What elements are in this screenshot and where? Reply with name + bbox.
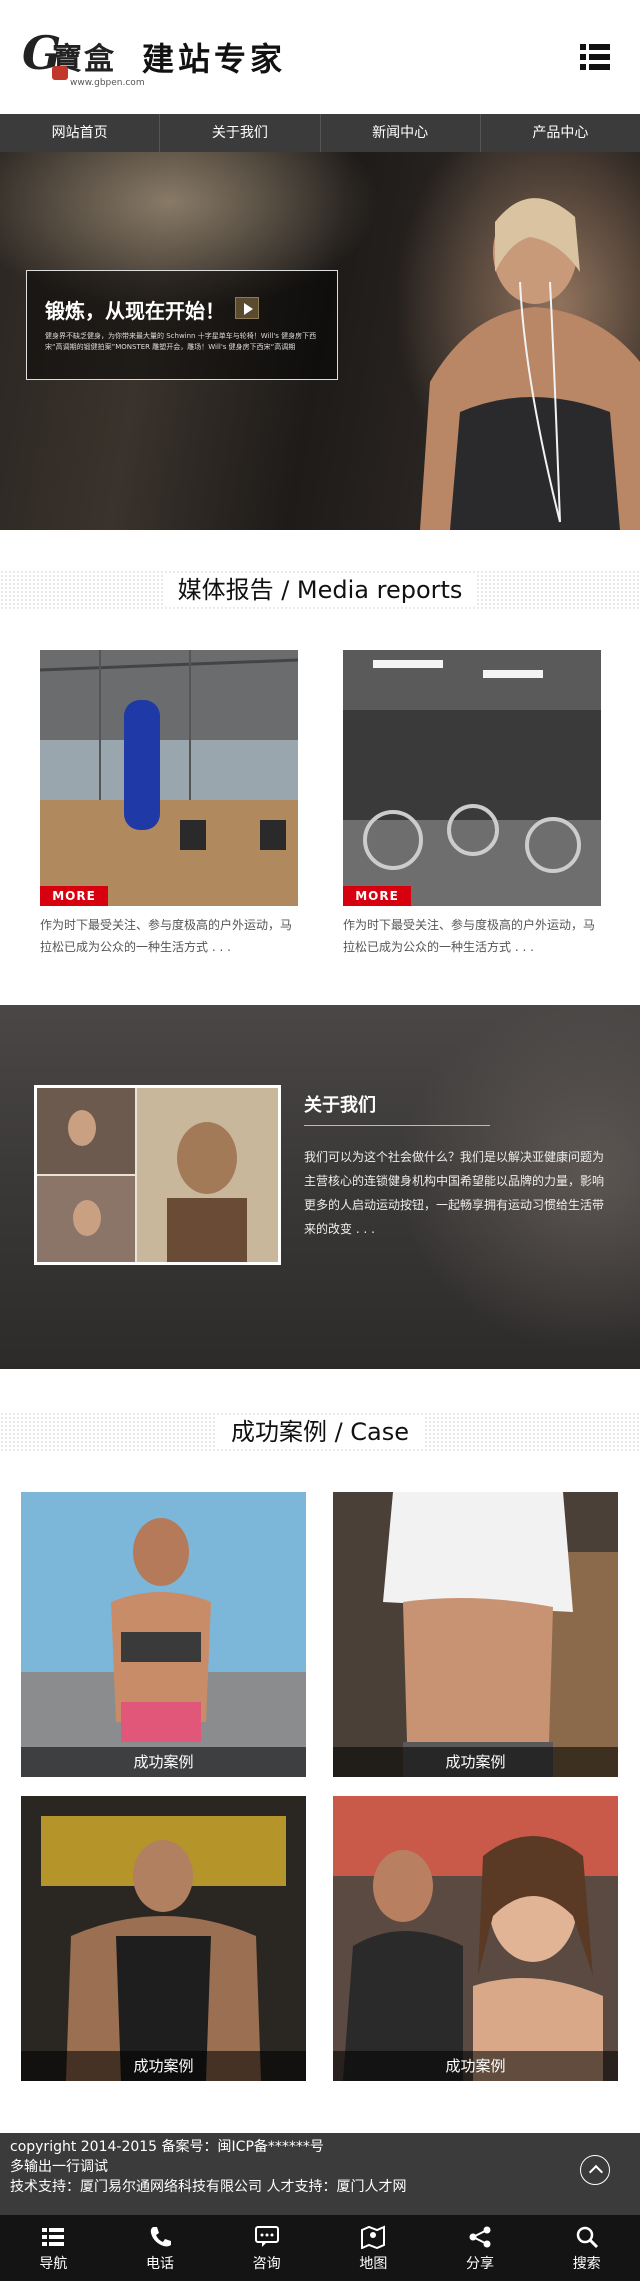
- site-header: G 寶盒 建站专家 www.gbpen.com: [0, 0, 640, 114]
- share-icon: [469, 2226, 491, 2248]
- case-caption: 成功案例: [333, 1747, 618, 1777]
- media-card-image: MORE: [40, 650, 298, 906]
- tab-label: 分享: [466, 2256, 495, 2272]
- logo-text: 建站专家: [142, 40, 287, 78]
- media-title: 媒体报告 / Media reports: [163, 574, 477, 606]
- case-item[interactable]: 成功案例: [333, 1796, 618, 2081]
- map-icon: [361, 2225, 386, 2249]
- hero-title: 锻炼，从现在开始！: [45, 299, 225, 323]
- tab-label: 导航: [39, 2256, 68, 2272]
- chat-icon: [254, 2226, 279, 2247]
- case-title: 成功案例 / Case: [216, 1416, 424, 1448]
- media-card-text: 作为时下最受关注、参与度极高的户外运动，马拉松已成为公众的一种生活方式 . . …: [343, 918, 596, 954]
- nav-item-home[interactable]: 网站首页: [0, 114, 161, 152]
- case-item[interactable]: 成功案例: [21, 1796, 306, 2081]
- tab-label: 咨询: [252, 2256, 281, 2272]
- media-card-text: 作为时下最受关注、参与度极高的户外运动，马拉松已成为公众的一种生活方式 . . …: [40, 918, 293, 954]
- more-button[interactable]: MORE: [343, 886, 411, 906]
- footer-copyright: copyright 2014-2015 备案号：闽ICP备******号: [10, 2139, 324, 2155]
- search-icon: [576, 2226, 598, 2249]
- about-divider: [304, 1125, 490, 1126]
- tab-phone[interactable]: 电话: [107, 2215, 214, 2281]
- about-text: 我们可以为这个社会做什么？我们是以解决亚健康问题为主营核心的连锁健身机构中国希望…: [304, 1150, 605, 1236]
- footer-debug-line: 多输出一行调试: [10, 2159, 108, 2175]
- case-section-title: 成功案例 / Case: [0, 1412, 640, 1452]
- tab-search[interactable]: 搜索: [533, 2215, 640, 2281]
- about-title: 关于我们: [304, 1095, 376, 1116]
- tab-nav[interactable]: 导航: [0, 2215, 107, 2281]
- case-image: [333, 1492, 618, 1777]
- about-collage-image[interactable]: [34, 1085, 281, 1265]
- tab-label: 地图: [359, 2256, 388, 2272]
- about-section: 关于我们 我们可以为这个社会做什么？我们是以解决亚健康问题为主营核心的连锁健身机…: [0, 1005, 640, 1369]
- hero-description: 健身界不缺乏健身，为你带来最大量的 Schwinn 十字星单车与轮椅！Will'…: [45, 332, 317, 351]
- case-caption: 成功案例: [21, 2051, 306, 2081]
- case-item[interactable]: 成功案例: [333, 1492, 618, 1777]
- footer-support: 技术支持：厦门易尔通网络科技有限公司 人才支持：厦门人才网: [10, 2179, 407, 2195]
- hero-athlete-image: [420, 198, 640, 530]
- media-section-title: 媒体报告 / Media reports: [0, 570, 640, 610]
- menu-icon[interactable]: [580, 44, 610, 70]
- case-image: [333, 1796, 618, 2081]
- hero-banner[interactable]: 锻炼，从现在开始！ 健身界不缺乏健身，为你带来最大量的 Schwinn 十字星单…: [0, 152, 640, 530]
- nav-item-products[interactable]: 产品中心: [481, 114, 640, 152]
- case-caption: 成功案例: [333, 2051, 618, 2081]
- case-image: [21, 1492, 306, 1777]
- bottom-tabbar: 导航 电话 咨询 地图 分享 搜索: [0, 2215, 640, 2281]
- tab-consult[interactable]: 咨询: [213, 2215, 320, 2281]
- tab-share[interactable]: 分享: [427, 2215, 534, 2281]
- main-nav: 网站首页 关于我们 新闻中心 产品中心: [0, 114, 640, 152]
- hero-caption-box: 锻炼，从现在开始！ 健身界不缺乏健身，为你带来最大量的 Schwinn 十字星单…: [26, 270, 338, 380]
- media-card[interactable]: MORE 作为时下最受关注、参与度极高的户外运动，马拉松已成为公众的一种生活方式…: [343, 650, 601, 958]
- tab-map[interactable]: 地图: [320, 2215, 427, 2281]
- case-caption: 成功案例: [21, 1747, 306, 1777]
- case-image: [21, 1796, 306, 2081]
- media-card[interactable]: MORE 作为时下最受关注、参与度极高的户外运动，马拉松已成为公众的一种生活方式…: [40, 650, 298, 958]
- logo-url: www.gbpen.com: [70, 78, 145, 88]
- nav-item-about[interactable]: 关于我们: [160, 114, 321, 152]
- phone-icon: [150, 2227, 171, 2247]
- nav-item-news[interactable]: 新闻中心: [321, 114, 481, 152]
- site-logo[interactable]: G 寶盒 建站专家 www.gbpen.com: [22, 26, 302, 90]
- list-icon: [42, 2228, 65, 2246]
- site-footer: copyright 2014-2015 备案号：闽ICP备******号 多输出…: [0, 2133, 640, 2215]
- media-card-image: MORE: [343, 650, 601, 906]
- back-to-top-icon[interactable]: [580, 2155, 610, 2185]
- logo-seal-icon: [52, 66, 68, 80]
- case-item[interactable]: 成功案例: [21, 1492, 306, 1777]
- more-button[interactable]: MORE: [40, 886, 108, 906]
- tab-label: 电话: [146, 2256, 174, 2272]
- play-icon[interactable]: [235, 297, 259, 319]
- tab-label: 搜索: [572, 2256, 601, 2272]
